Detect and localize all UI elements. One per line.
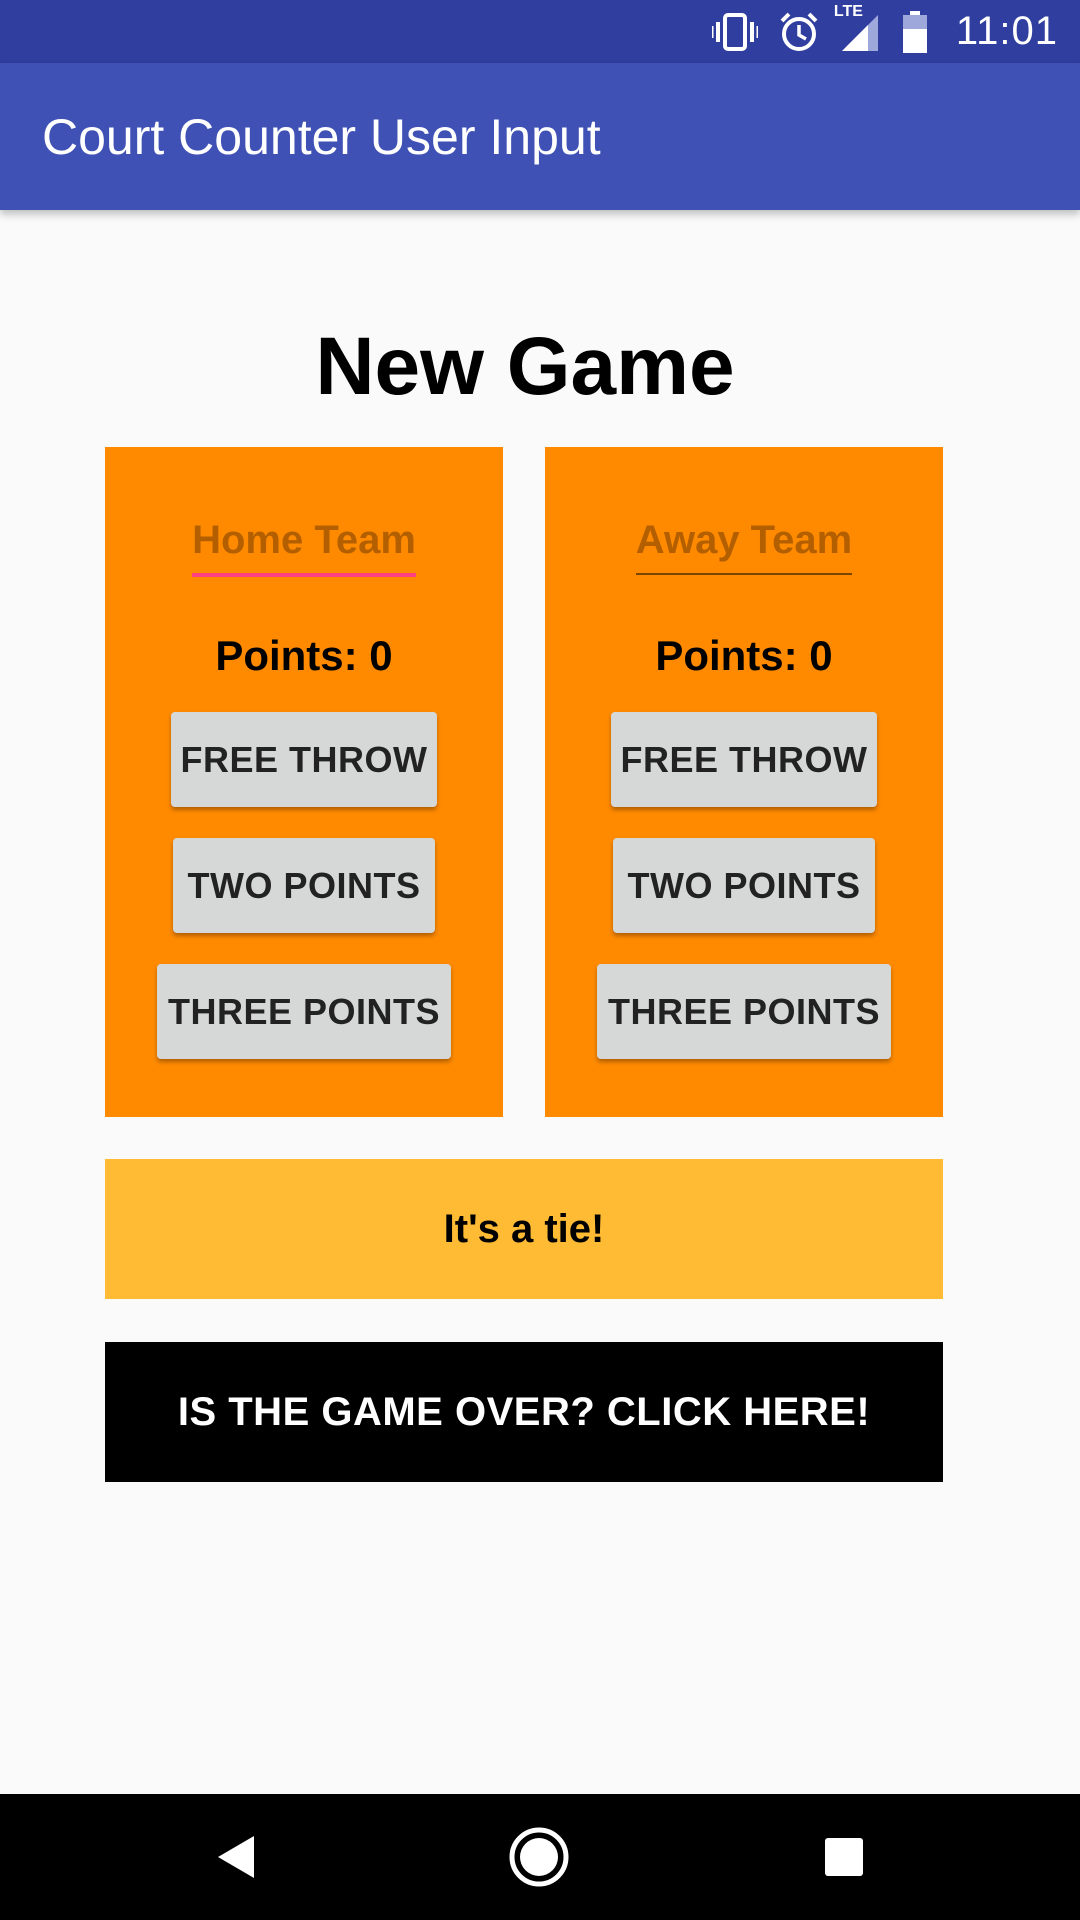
home-icon <box>509 1827 569 1887</box>
home-two-points-button[interactable]: TWO POINTS <box>173 838 435 933</box>
recents-icon <box>825 1838 863 1876</box>
away-team-panel: Away Team Points: 0 FREE THROW TWO POINT… <box>545 447 943 1117</box>
alarm-icon <box>778 11 820 53</box>
home-free-throw-button[interactable]: FREE THROW <box>171 712 437 807</box>
navigation-bar <box>0 1794 1080 1920</box>
home-points-label: Points: 0 <box>215 632 393 679</box>
away-two-points-button[interactable]: TWO POINTS <box>613 838 875 933</box>
game-over-button[interactable]: IS THE GAME OVER? CLICK HERE! <box>105 1342 943 1482</box>
back-icon <box>218 1836 254 1878</box>
away-free-throw-button[interactable]: FREE THROW <box>611 712 877 807</box>
status-bar: LTE 11:01 <box>0 0 1080 63</box>
home-three-points-button[interactable]: THREE POINTS <box>157 964 451 1059</box>
app-bar: Court Counter User Input <box>0 63 1080 210</box>
battery-icon <box>902 10 928 53</box>
status-time: 11:01 <box>955 9 1058 53</box>
page-title: New Game <box>315 321 735 412</box>
away-team-name-wrap: Away Team <box>545 518 943 575</box>
home-nav-button[interactable] <box>459 1794 619 1920</box>
home-team-name-wrap: Home Team <box>105 518 503 577</box>
recents-button[interactable] <box>764 1794 924 1920</box>
signal-icon: LTE <box>834 3 882 53</box>
home-team-name-input[interactable]: Home Team <box>192 518 416 577</box>
vibrate-icon <box>711 12 758 52</box>
app-title: Court Counter User Input <box>42 108 601 165</box>
back-button[interactable] <box>156 1794 316 1920</box>
away-points-label: Points: 0 <box>655 632 833 679</box>
result-display: It's a tie! <box>105 1159 943 1299</box>
home-team-panel: Home Team Points: 0 FREE THROW TWO POINT… <box>105 447 503 1117</box>
away-team-name-input[interactable]: Away Team <box>635 518 853 575</box>
network-type-label: LTE <box>833 2 863 20</box>
away-three-points-button[interactable]: THREE POINTS <box>597 964 891 1059</box>
